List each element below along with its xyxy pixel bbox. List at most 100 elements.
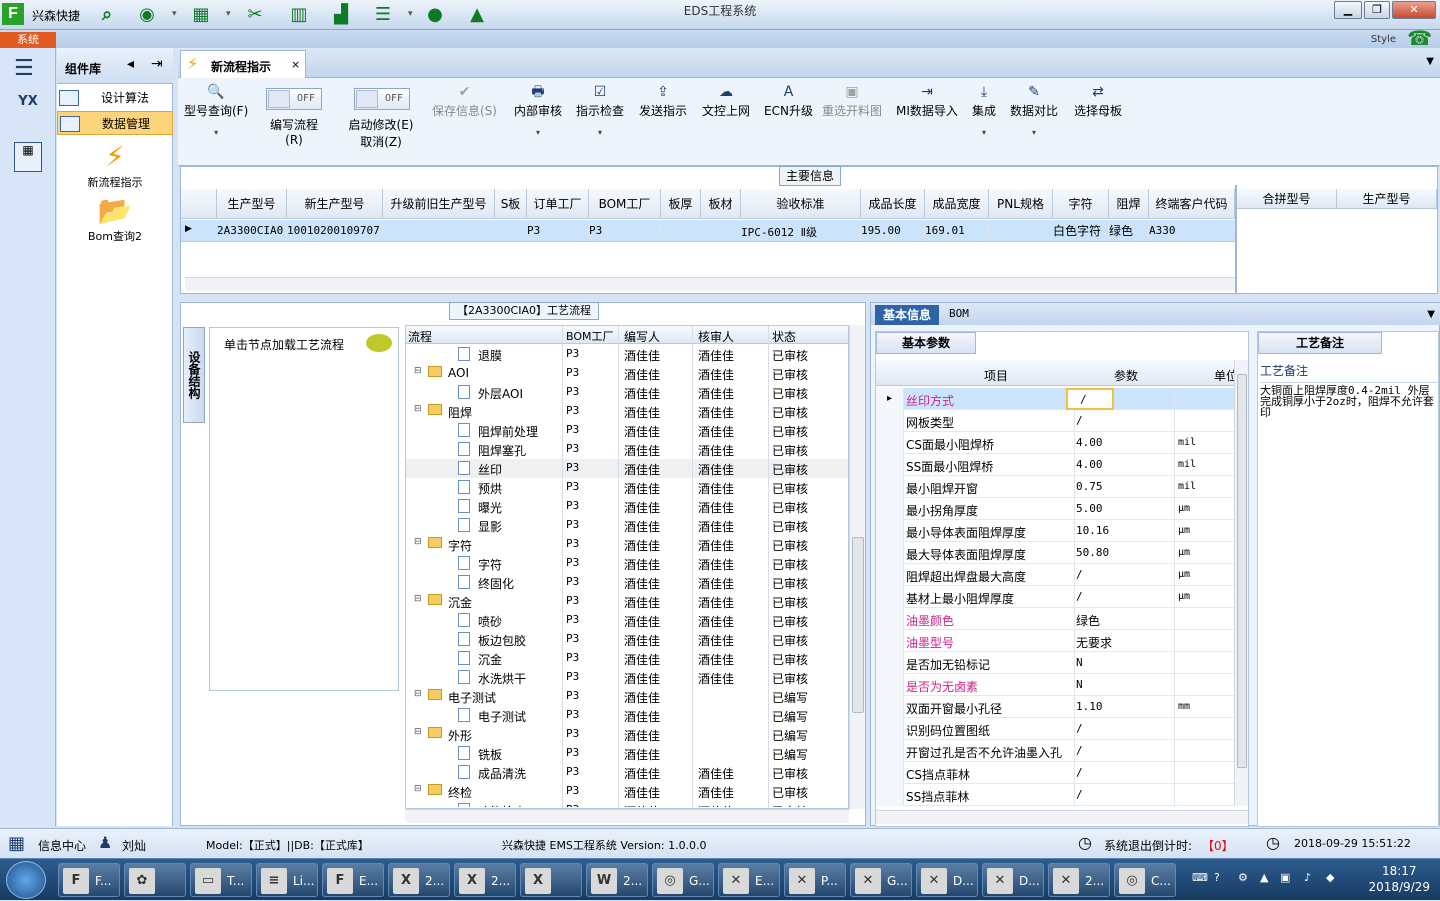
write-flow-toggle[interactable]: OFF bbox=[266, 88, 322, 110]
cell[interactable]: 10010200109707 bbox=[287, 224, 383, 237]
column-header[interactable]: 项目 bbox=[984, 367, 1008, 384]
collapse-node-icon[interactable]: ⊟ bbox=[414, 784, 422, 794]
column-header[interactable]: 流程 bbox=[408, 328, 432, 345]
param-value[interactable]: 0.75 bbox=[1076, 480, 1103, 493]
network-icon[interactable]: ▣ bbox=[1280, 871, 1290, 884]
param-value[interactable]: N bbox=[1076, 656, 1083, 669]
param-value[interactable]: / bbox=[1076, 414, 1083, 427]
reselect-cutting-button[interactable]: ▣ 重选开料图 bbox=[822, 82, 882, 118]
cell[interactable]: 白色字符 bbox=[1053, 222, 1109, 239]
dropdown-arrow-icon[interactable]: ▾ bbox=[1010, 128, 1058, 137]
taskbar-task[interactable]: ✕ E... bbox=[718, 863, 780, 897]
param-row[interactable]: 最小拐角厚度 5.00 μm bbox=[876, 498, 1236, 520]
column-header[interactable]: 参数 bbox=[1114, 367, 1138, 384]
param-value[interactable]: / bbox=[1076, 766, 1083, 779]
calculator-icon[interactable]: ▦ bbox=[14, 142, 42, 172]
column-header[interactable]: 字符 bbox=[1053, 189, 1109, 219]
collapse-node-icon[interactable]: ⊟ bbox=[414, 689, 422, 699]
dropdown-arrow-icon[interactable]: ▾ bbox=[514, 128, 562, 137]
param-value[interactable]: 5.00 bbox=[1076, 502, 1103, 515]
column-header[interactable]: PNL规格 bbox=[989, 189, 1053, 219]
tab-equipment-structure[interactable]: 设备结构 bbox=[183, 327, 205, 423]
tab-bom[interactable]: BOM bbox=[949, 307, 969, 320]
tree-row[interactable]: 字符 P3 酒佳佳 酒佳佳 已审核 bbox=[406, 554, 848, 573]
collapse-node-icon[interactable]: ⊟ bbox=[414, 404, 422, 414]
param-row[interactable]: CS挡点菲林 / bbox=[876, 762, 1236, 784]
ecn-upgrade-button[interactable]: A ECN升级 bbox=[764, 82, 813, 118]
taskbar-task[interactable]: W 2... bbox=[586, 863, 648, 897]
tree-row[interactable]: 铣板 P3 酒佳佳 已编写 bbox=[406, 744, 848, 763]
column-header[interactable]: BOM工厂 bbox=[589, 189, 661, 219]
collapse-node-icon[interactable]: ⊟ bbox=[414, 594, 422, 604]
tree-row[interactable]: 成品清洗 P3 酒佳佳 酒佳佳 已审核 bbox=[406, 763, 848, 782]
phone-icon[interactable]: ☎ bbox=[1407, 30, 1432, 48]
taskbar-task[interactable]: ✕ D... bbox=[982, 863, 1044, 897]
info-center-link[interactable]: 信息中心 bbox=[38, 837, 86, 854]
tree-row[interactable]: ⊟ 沉金 P3 酒佳佳 酒佳佳 已审核 bbox=[406, 592, 848, 611]
column-header[interactable]: 成品宽度 bbox=[925, 189, 989, 219]
load-flow-hint[interactable]: 单击节点加载工艺流程 bbox=[224, 336, 344, 353]
dropdown-arrow-icon[interactable]: ▾ bbox=[184, 128, 248, 137]
tab-basic-info[interactable]: 基本信息 bbox=[875, 305, 939, 325]
column-header[interactable]: 生产型号 bbox=[217, 189, 287, 219]
param-row[interactable]: SS面最小阻焊桥 4.00 mil bbox=[876, 454, 1236, 476]
tree-row[interactable]: 功能检查 P3 酒佳佳 酒佳佳 已审核 bbox=[406, 801, 848, 807]
taskbar-task[interactable]: ✕ 2... bbox=[1048, 863, 1110, 897]
param-value[interactable]: / bbox=[1076, 744, 1083, 757]
tab-list-dropdown-icon[interactable]: ▼ bbox=[1427, 309, 1435, 320]
column-header[interactable]: 阻焊 bbox=[1109, 189, 1149, 219]
tree-row[interactable]: 板边包胶 P3 酒佳佳 酒佳佳 已审核 bbox=[406, 630, 848, 649]
param-row[interactable]: 最小导体表面阻焊厚度 10.16 μm bbox=[876, 520, 1236, 542]
horizontal-scrollbar[interactable] bbox=[185, 277, 1235, 291]
settings-icon[interactable]: ⚙ bbox=[1238, 871, 1248, 884]
pin-icon[interactable]: ⇥ bbox=[151, 56, 163, 72]
tree-row[interactable]: ⊟ 阻焊 P3 酒佳佳 酒佳佳 已审核 bbox=[406, 402, 848, 421]
column-header[interactable]: 板厚 bbox=[661, 189, 701, 219]
tree-row[interactable]: ⊟ 电子测试 P3 酒佳佳 已编写 bbox=[406, 687, 848, 706]
style-menu[interactable]: Style bbox=[1371, 34, 1396, 45]
cell[interactable]: 195.00 bbox=[861, 224, 925, 237]
column-header[interactable]: 状态 bbox=[772, 328, 796, 345]
tab-list-dropdown-icon[interactable]: ▼ bbox=[1426, 56, 1434, 67]
column-header[interactable]: 订单工厂 bbox=[527, 189, 589, 219]
apps-grid-icon[interactable]: ▦ bbox=[8, 833, 25, 854]
taskbar-task[interactable]: F F... bbox=[58, 863, 120, 897]
cell[interactable]: P3 bbox=[589, 224, 661, 237]
big-item-new-flow[interactable]: ⚡ 新流程指示 bbox=[57, 140, 173, 190]
param-row[interactable]: 最小阻焊开窗 0.75 mil bbox=[876, 476, 1236, 498]
collapse-node-icon[interactable]: ⊟ bbox=[414, 537, 422, 547]
scrollbar-thumb[interactable] bbox=[1237, 374, 1247, 768]
taskbar-task[interactable]: ≡ Li... bbox=[256, 863, 318, 897]
param-row[interactable]: 是否加无铅标记 N bbox=[876, 652, 1236, 674]
column-header[interactable]: 单位 bbox=[1214, 367, 1236, 384]
minimize-button[interactable]: ▁ bbox=[1334, 1, 1362, 19]
param-value[interactable]: / bbox=[1076, 590, 1083, 603]
taskbar-task[interactable]: ▭ T... bbox=[190, 863, 252, 897]
save-info-button[interactable]: ✔ 保存信息(S) bbox=[432, 82, 497, 118]
param-row[interactable]: 开窗过孔是否不允许油墨入孔 / bbox=[876, 740, 1236, 762]
cell[interactable]: 169.01 bbox=[925, 224, 989, 237]
column-header[interactable]: 验收标准 bbox=[741, 189, 861, 219]
big-item-bom-query[interactable]: 📂 Bom查询2 bbox=[57, 194, 173, 244]
param-value[interactable]: 4.00 bbox=[1076, 436, 1103, 449]
taskbar-task[interactable]: X bbox=[520, 863, 582, 897]
internal-review-button[interactable]: 🖶 内部审核 ▾ bbox=[514, 82, 562, 137]
mi-data-import-button[interactable]: ⇥ MI数据导入 bbox=[896, 82, 958, 118]
start-edit-toggle[interactable]: OFF bbox=[354, 88, 410, 110]
tree-row[interactable]: 阻焊前处理 P3 酒佳佳 酒佳佳 已审核 bbox=[406, 421, 848, 440]
param-row[interactable]: 基材上最小阻焊厚度 / μm bbox=[876, 586, 1236, 608]
send-instruction-button[interactable]: ⇪ 发送指示 bbox=[639, 82, 687, 118]
horizontal-scrollbar[interactable] bbox=[876, 810, 1248, 824]
column-header[interactable]: 板材 bbox=[701, 189, 741, 219]
tree-row[interactable]: ⊟ 外形 P3 酒佳佳 已编写 bbox=[406, 725, 848, 744]
system-tab[interactable]: 系统 bbox=[0, 32, 56, 48]
column-header[interactable]: 终端客户代码 bbox=[1149, 189, 1235, 219]
collapse-left-icon[interactable]: ◂ bbox=[127, 56, 134, 72]
param-row[interactable]: ▸ 丝印方式 / bbox=[876, 388, 1236, 410]
integrate-button[interactable]: ⤓ 集成 ▾ bbox=[972, 82, 996, 137]
close-tab-icon[interactable]: × bbox=[291, 58, 300, 71]
taskbar-task[interactable]: ✕ D... bbox=[916, 863, 978, 897]
select-motherboard-button[interactable]: ⇄ 选择母板 bbox=[1074, 82, 1122, 118]
doc-control-online-button[interactable]: ☁ 文控上网 bbox=[702, 82, 750, 118]
model-query-button[interactable]: 🔍 型号查询(F) ▾ bbox=[184, 82, 248, 137]
